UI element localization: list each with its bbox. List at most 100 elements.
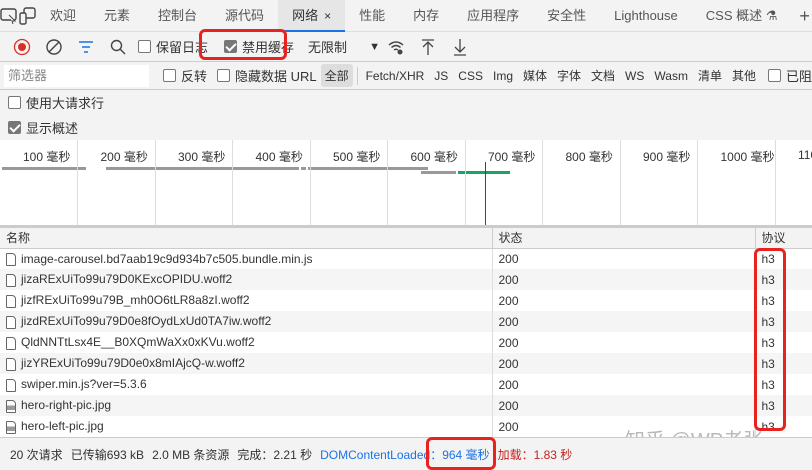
export-har-icon[interactable]: [444, 32, 476, 62]
tab-2[interactable]: 控制台: [144, 0, 211, 32]
grid-line: [232, 140, 233, 225]
checkbox[interactable]: [162, 69, 176, 82]
request-name-text: jizYRExUiTo99u79D0e0x8mIAjcQ-w.woff2: [21, 356, 245, 371]
filter-type-3[interactable]: CSS: [454, 66, 487, 86]
tab-10[interactable]: CSS 概述 ⚗: [692, 0, 792, 32]
table-row[interactable]: swiper.min.js?ver=5.3.6 200 h3: [0, 374, 812, 395]
tick-label: 200 毫秒: [100, 150, 148, 164]
filter-bar: 筛选器 反转 隐藏数据 URL 全部 Fetch/XHR JS CSS Img 媒体 字体文…: [0, 62, 812, 90]
table-row[interactable]: jizfRExUiTo99u79B_mh0O6tLR8a8zI.woff2 200…: [0, 290, 812, 311]
grid-line: [154, 140, 156, 225]
tab-label: 安全性: [547, 7, 587, 23]
tab-4[interactable]: 网络 ×: [278, 0, 346, 32]
request-name[interactable]: jizaRExUiTo99u79D0KExcOPIDU.woff2: [0, 269, 493, 290]
tab-label: 性能: [359, 7, 386, 23]
tab-label: 内存: [413, 7, 440, 23]
tab-7[interactable]: 应用程序: [453, 0, 533, 32]
filter-type-6[interactable]: 字体: [553, 64, 585, 87]
request-name[interactable]: jizdRExUiTo99u79D0e8fOydLxUd0TA7iw.woff2: [0, 311, 493, 332]
image-file-icon: [6, 399, 16, 413]
inspect-element-icon[interactable]: [0, 0, 18, 32]
table-row[interactable]: jizdRExUiTo99u79D0e8fOydLxUd0TA7iw.woff2…: [0, 311, 812, 332]
filter-type-9[interactable]: Wasm: [650, 66, 692, 86]
request-name-text: jizdRExUiTo99u79D0e8fOydLxUd0TA7iw.woff2: [21, 314, 272, 329]
tab-label: 应用程序: [467, 7, 520, 23]
table-row[interactable]: image-carousel.bd7aab19c9d934b7c505.bund…: [0, 248, 812, 269]
filter-type-0[interactable]: 全部: [320, 64, 353, 87]
dcl-marker: [485, 162, 486, 225]
filter-type-7[interactable]: 文档: [587, 64, 619, 87]
tab-1[interactable]: 元素: [90, 0, 144, 32]
tab-5[interactable]: 性能: [345, 0, 399, 32]
timeline-bar-active: [458, 171, 510, 174]
checkbox[interactable]: [8, 96, 21, 109]
filter-type-10[interactable]: 清单: [694, 64, 726, 87]
close-tab-icon[interactable]: ×: [324, 9, 331, 23]
tab-3[interactable]: 源代码: [211, 0, 278, 32]
blocked-requests-checkbox[interactable]: 已阻: [767, 66, 812, 85]
request-name[interactable]: jizfRExUiTo99u79B_mh0O6tLR8a8zI.woff2: [0, 290, 493, 311]
tab-label: 网络: [292, 7, 319, 23]
table-row[interactable]: jizYRExUiTo99u79D0e0x8mIAjcQ-w.woff2 200 h…: [0, 353, 812, 374]
table-row[interactable]: jizaRExUiTo99u79D0KExcOPIDU.woff2 200 h3: [0, 269, 812, 290]
import-har-icon[interactable]: [412, 32, 444, 62]
filter-type-1[interactable]: Fetch/XHR: [362, 66, 429, 86]
clear-button[interactable]: [38, 32, 70, 62]
filter-type-4[interactable]: Img: [489, 66, 517, 86]
tab-0[interactable]: 欢迎: [36, 0, 90, 32]
filter-type-11[interactable]: 其他: [728, 64, 760, 87]
status-bar: 20 次请求 已传输693 kB 2.0 MB 条资源 完成：2.21 秒 DO…: [0, 437, 812, 470]
checkbox-checked[interactable]: [8, 121, 21, 134]
request-name-text: swiper.min.js?ver=5.3.6: [21, 377, 147, 392]
column-header-name[interactable]: 名称: [0, 228, 493, 249]
request-status: 200: [492, 248, 756, 269]
filter-type-5[interactable]: 媒体: [519, 64, 551, 87]
checkbox[interactable]: [767, 69, 781, 82]
tab-label: CSS 概述: [705, 7, 763, 23]
invert-checkbox[interactable]: 反转: [162, 66, 207, 85]
tick-label: 900 毫秒: [643, 150, 691, 164]
big-rows-option[interactable]: 使用大请求行: [0, 90, 812, 115]
request-status: 200: [492, 374, 756, 395]
filter-type-8[interactable]: WS: [621, 66, 648, 86]
checkbox[interactable]: [216, 69, 230, 82]
filter-input[interactable]: 筛选器: [4, 64, 149, 87]
checkbox[interactable]: [138, 40, 151, 53]
record-button[interactable]: [6, 32, 38, 62]
show-overview-option[interactable]: 显示概述: [0, 115, 812, 140]
hide-data-url-checkbox[interactable]: 隐藏数据 URL: [216, 66, 317, 85]
image-file-icon: [6, 420, 16, 434]
request-name[interactable]: hero-left-pic.jpg: [0, 416, 493, 437]
request-name[interactable]: jizYRExUiTo99u79D0e0x8mIAjcQ-w.woff2: [0, 353, 493, 374]
tab-9[interactable]: Lighthouse: [600, 0, 692, 32]
requests-table: 名称 状态 协议 image-carousel.bd7aab19c9d934b7…: [0, 228, 812, 437]
filter-type-2[interactable]: JS: [430, 66, 452, 86]
request-name[interactable]: hero-right-pic.jpg: [0, 395, 493, 416]
request-name[interactable]: QldNNTtLsx4E__B0XQmWaXx0xKVu.woff2: [0, 332, 493, 353]
search-icon[interactable]: [102, 32, 134, 62]
throttle-select[interactable]: 无限制 ▼: [308, 37, 380, 56]
timeline-bar: [421, 171, 456, 174]
network-conditions-icon[interactable]: [380, 32, 412, 62]
tab-label: 欢迎: [50, 7, 77, 23]
device-toolbar-icon[interactable]: [18, 0, 36, 32]
request-name[interactable]: image-carousel.bd7aab19c9d934b7c505.bund…: [0, 248, 493, 269]
request-status: 200: [492, 269, 756, 290]
request-name-text: QldNNTtLsx4E__B0XQmWaXx0xKVu.woff2: [21, 335, 255, 350]
tab-8[interactable]: 安全性: [533, 0, 600, 32]
column-header-status[interactable]: 状态: [492, 228, 756, 249]
table-row[interactable]: hero-right-pic.jpg 200 h3: [0, 395, 812, 416]
request-name[interactable]: swiper.min.js?ver=5.3.6: [0, 374, 493, 395]
tab-label: 元素: [104, 7, 131, 23]
more-tabs-button[interactable]: +: [791, 0, 812, 32]
network-toolbar: 保留日志 禁用缓存 无限制 ▼: [0, 29, 812, 62]
timeline-bar: [308, 167, 428, 170]
tick-label: 300 毫秒: [178, 150, 226, 164]
tab-6[interactable]: 内存: [399, 0, 453, 32]
preserve-log-checkbox[interactable]: 保留日志: [138, 37, 208, 56]
column-header-protocol[interactable]: 协议: [755, 228, 812, 249]
filter-icon[interactable]: [70, 32, 102, 62]
table-row[interactable]: QldNNTtLsx4E__B0XQmWaXx0xKVu.woff2 200 h3: [0, 332, 812, 353]
timeline-overview[interactable]: 100 毫秒 200 毫秒 300 毫秒 400 毫秒 500 毫秒 600 毫秒 700 …: [0, 140, 812, 228]
request-name-text: jizaRExUiTo99u79D0KExcOPIDU.woff2: [21, 272, 233, 287]
